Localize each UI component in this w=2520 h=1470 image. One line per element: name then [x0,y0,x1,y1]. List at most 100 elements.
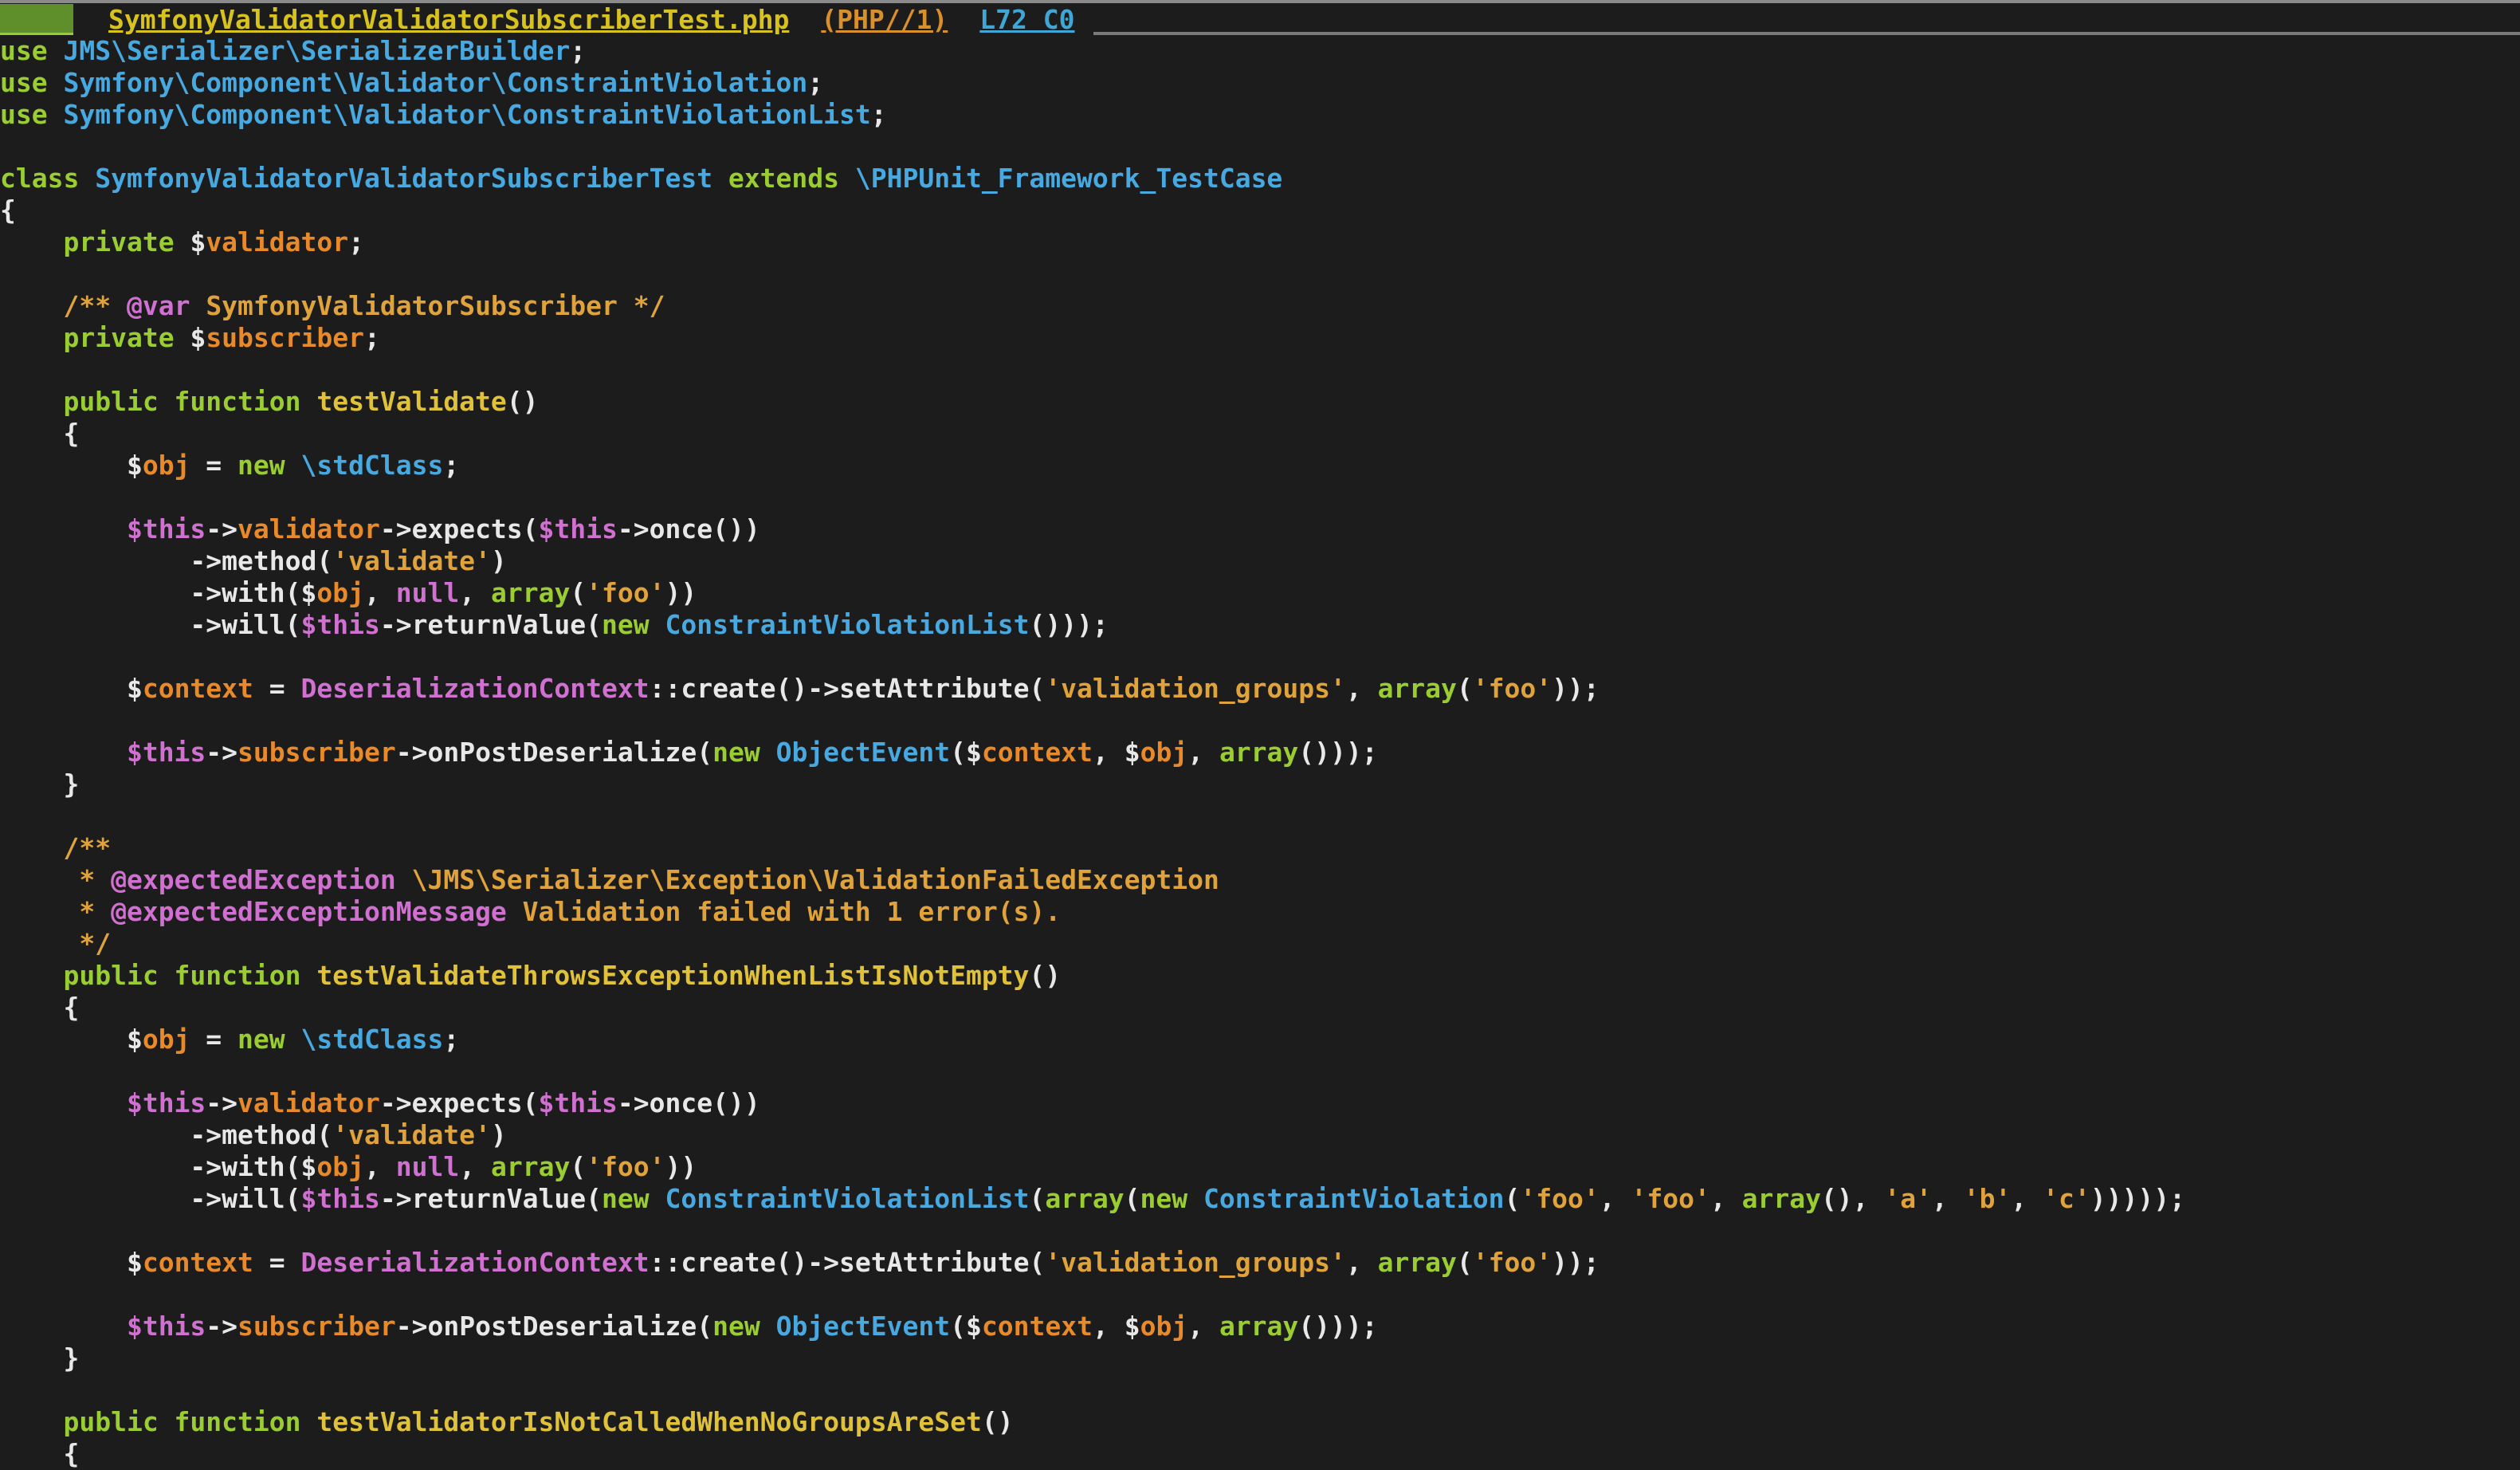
code-line[interactable] [0,641,2185,673]
code-line[interactable]: $this->validator->expects($this->once()) [0,513,2185,545]
code-line[interactable]: $obj = new \stdClass; [0,450,2185,481]
code-line[interactable] [0,258,2185,290]
code-line[interactable]: /** @var SymfonyValidatorSubscriber */ [0,290,2185,322]
code-line[interactable]: ->method('validate') [0,545,2185,577]
code-token: obj [1140,1311,1188,1342]
code-line[interactable] [0,1374,2185,1406]
code-line[interactable]: $this->validator->expects($this->once()) [0,1087,2185,1119]
code-token: new [237,450,301,481]
code-token: * [79,864,112,895]
code-token: } [0,1342,80,1374]
code-token: obj [1140,737,1188,768]
code-token: /** [63,290,127,321]
code-token: () [1029,960,1062,991]
code-line[interactable]: use Symfony\Component\Validator\Constrai… [0,67,2185,99]
code-token: ObjectEvent [775,737,951,768]
code-line[interactable]: * @expectedExceptionMessage Validation f… [0,896,2185,928]
code-line[interactable] [0,131,2185,163]
code-token: ; [443,450,460,481]
code-token: () [506,386,539,417]
code-line[interactable]: { [0,992,2185,1024]
code-line[interactable]: public function testValidateThrowsExcept… [0,960,2185,992]
code-token: 'validation_groups' [1045,673,1346,704]
code-line[interactable]: /** [0,832,2185,864]
code-line[interactable]: { [0,418,2185,450]
code-line[interactable]: */ [0,928,2185,960]
code-line[interactable]: use Symfony\Component\Validator\Constrai… [0,99,2185,131]
code-line[interactable]: class SymfonyValidatorValidatorSubscribe… [0,163,2185,195]
code-line[interactable]: $context = DeserializationContext::creat… [0,1247,2185,1279]
code-line[interactable]: private $subscriber; [0,322,2185,354]
code-line[interactable] [0,705,2185,737]
code-token: -> [206,1311,238,1342]
code-line[interactable] [0,1055,2185,1087]
code-editor-buffer[interactable]: use JMS\Serializer\SerializerBuilder; use… [0,35,2185,1470]
code-token: ObjectEvent [775,1311,951,1342]
code-line[interactable]: ->will($this->returnValue(new Constraint… [0,609,2185,641]
code-token: () [981,1406,1014,1437]
code-line[interactable]: use JMS\Serializer\SerializerBuilder; [0,35,2185,67]
code-token: obj [316,1151,364,1182]
code-token: validator [237,1087,380,1118]
code-token: ; [443,1024,460,1055]
tab-filename[interactable]: SymfonyValidatorValidatorSubscriberTest.… [108,4,789,35]
code-line[interactable]: } [0,1342,2185,1374]
tab-mode-indicator [0,3,73,35]
code-token: 'validation_groups' [1045,1247,1346,1278]
code-line[interactable] [0,1215,2185,1247]
code-token: ; [807,67,824,98]
code-line[interactable]: $obj = new \stdClass; [0,1024,2185,1055]
code-token: testValidatorIsNotCalledWhenNoGroupsAreS… [316,1406,982,1437]
code-line[interactable] [0,800,2185,832]
code-token: ; [870,99,887,130]
code-token: array [1219,1311,1299,1342]
code-token: = [253,1247,301,1278]
code-line[interactable]: public function testValidate() [0,386,2185,418]
code-line[interactable]: { [0,195,2185,226]
code-line[interactable]: $this->subscriber->onPostDeserialize(new… [0,737,2185,768]
code-line[interactable] [0,354,2185,386]
code-line[interactable]: } [0,768,2185,800]
code-line[interactable] [0,1279,2185,1311]
code-token: public function [63,960,317,991]
code-token: testValidate [316,386,507,417]
code-token: ::create()->setAttribute( [649,1247,1046,1278]
code-token: use [0,67,64,98]
code-line[interactable] [0,481,2185,513]
tab-cursor-position: L72 C0 [979,3,1075,35]
code-token: ->will( [0,609,301,640]
code-line[interactable]: ->will($this->returnValue(new Constraint… [0,1183,2185,1215]
code-line[interactable]: { [0,1438,2185,1470]
code-line[interactable]: public function testValidatorIsNotCalled… [0,1406,2185,1438]
code-token: new [712,1311,776,1342]
code-token: subscriber [237,737,396,768]
code-token: obj [316,577,364,608]
code-token: )); [1552,1247,1600,1278]
code-token: ->expects( [379,513,539,544]
tab-filetype: (PHP//1) [821,3,948,35]
code-line[interactable]: ->with($obj, null, array('foo')) [0,1151,2185,1183]
code-token: array [1377,673,1457,704]
code-line[interactable]: ->method('validate') [0,1119,2185,1151]
code-token: = [253,673,301,704]
code-token: \stdClass [300,450,444,481]
code-token: $ [126,673,143,704]
code-token: } [0,768,80,800]
code-token: ->returnValue( [379,1183,602,1214]
code-token: obj [142,450,190,481]
code-line[interactable]: $this->subscriber->onPostDeserialize(new… [0,1311,2185,1342]
code-token: ))))); [2090,1183,2185,1214]
code-line[interactable]: private $validator; [0,226,2185,258]
code-line[interactable]: $context = DeserializationContext::creat… [0,673,2185,705]
code-token: $ [1124,1311,1140,1342]
code-line[interactable]: * @expectedException \JMS\Serializer\Exc… [0,864,2185,896]
code-token: @expectedExceptionMessage [111,896,523,927]
code-token: , [363,577,396,608]
code-line[interactable]: ->with($obj, null, array('foo')) [0,577,2185,609]
